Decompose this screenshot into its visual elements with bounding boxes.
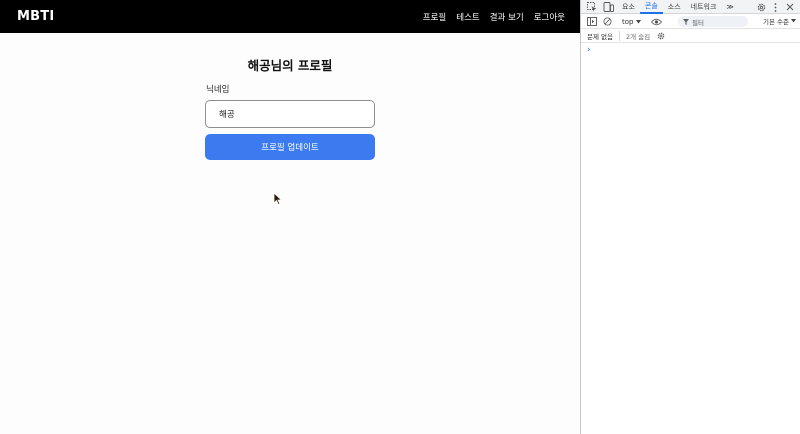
filter-input[interactable]: 필터	[678, 16, 748, 27]
page-title: 해공님의 프로필	[247, 58, 333, 73]
gear-icon[interactable]	[656, 31, 666, 41]
app-page: MBTI 프로필 테스트 결과 보기 로그아웃 해공님의 프로필 닉네임 프로필…	[0, 0, 580, 434]
settings-icon[interactable]	[756, 2, 766, 12]
sidebar-toggle-icon[interactable]	[585, 16, 599, 28]
nickname-input[interactable]	[205, 100, 375, 128]
context-value: top	[622, 17, 634, 26]
console-prompt[interactable]: ›	[587, 45, 591, 55]
navbar: MBTI 프로필 테스트 결과 보기 로그아웃	[0, 0, 580, 33]
chevron-down-icon	[791, 19, 796, 23]
tab-network[interactable]: 네트워크	[686, 0, 722, 14]
console-status-bar: 문제 없음 2개 숨김	[581, 30, 800, 43]
eye-icon[interactable]	[649, 16, 663, 28]
nav-links: 프로필 테스트 결과 보기 로그아웃	[423, 11, 565, 23]
nav-link-test[interactable]: 테스트	[456, 11, 479, 23]
update-profile-button[interactable]: 프로필 업데이트	[205, 134, 375, 160]
nav-link-profile[interactable]: 프로필	[423, 11, 446, 23]
hidden-messages-count: 2개 숨김	[619, 31, 654, 41]
device-toggle-icon[interactable]	[601, 0, 615, 14]
more-tabs-button[interactable]: ≫	[721, 0, 738, 14]
clear-console-icon[interactable]	[600, 16, 614, 28]
more-vert-icon[interactable]	[771, 2, 779, 12]
inspect-icon[interactable]	[585, 0, 599, 14]
chevron-down-icon	[636, 19, 642, 23]
tab-sources[interactable]: 소스	[663, 0, 686, 14]
log-level-value: 기본 수준	[763, 18, 789, 26]
mouse-cursor-icon	[273, 192, 283, 206]
devtools-tabbar: 요소 콘솔 소스 네트워크 ≫	[581, 0, 800, 14]
close-icon[interactable]	[785, 2, 795, 12]
brand-logo[interactable]: MBTI	[17, 9, 54, 24]
nickname-label: 닉네임	[206, 85, 230, 95]
nav-link-logout[interactable]: 로그아웃	[534, 11, 565, 23]
devtools-panel: 요소 콘솔 소스 네트워크 ≫ top 필터 기본 수준 문제 없음 2개 숨김…	[580, 0, 800, 434]
tab-elements[interactable]: 요소	[617, 0, 640, 14]
filter-icon	[683, 18, 689, 25]
filter-placeholder: 필터	[692, 18, 704, 27]
nav-link-results[interactable]: 결과 보기	[490, 11, 524, 23]
context-select[interactable]: top	[618, 16, 645, 28]
tab-console[interactable]: 콘솔	[639, 0, 663, 14]
issues-link[interactable]: 문제 없음	[581, 31, 619, 41]
log-level-select[interactable]: 기본 수준	[763, 16, 796, 26]
console-toolbar: top 필터 기본 수준	[581, 15, 800, 29]
